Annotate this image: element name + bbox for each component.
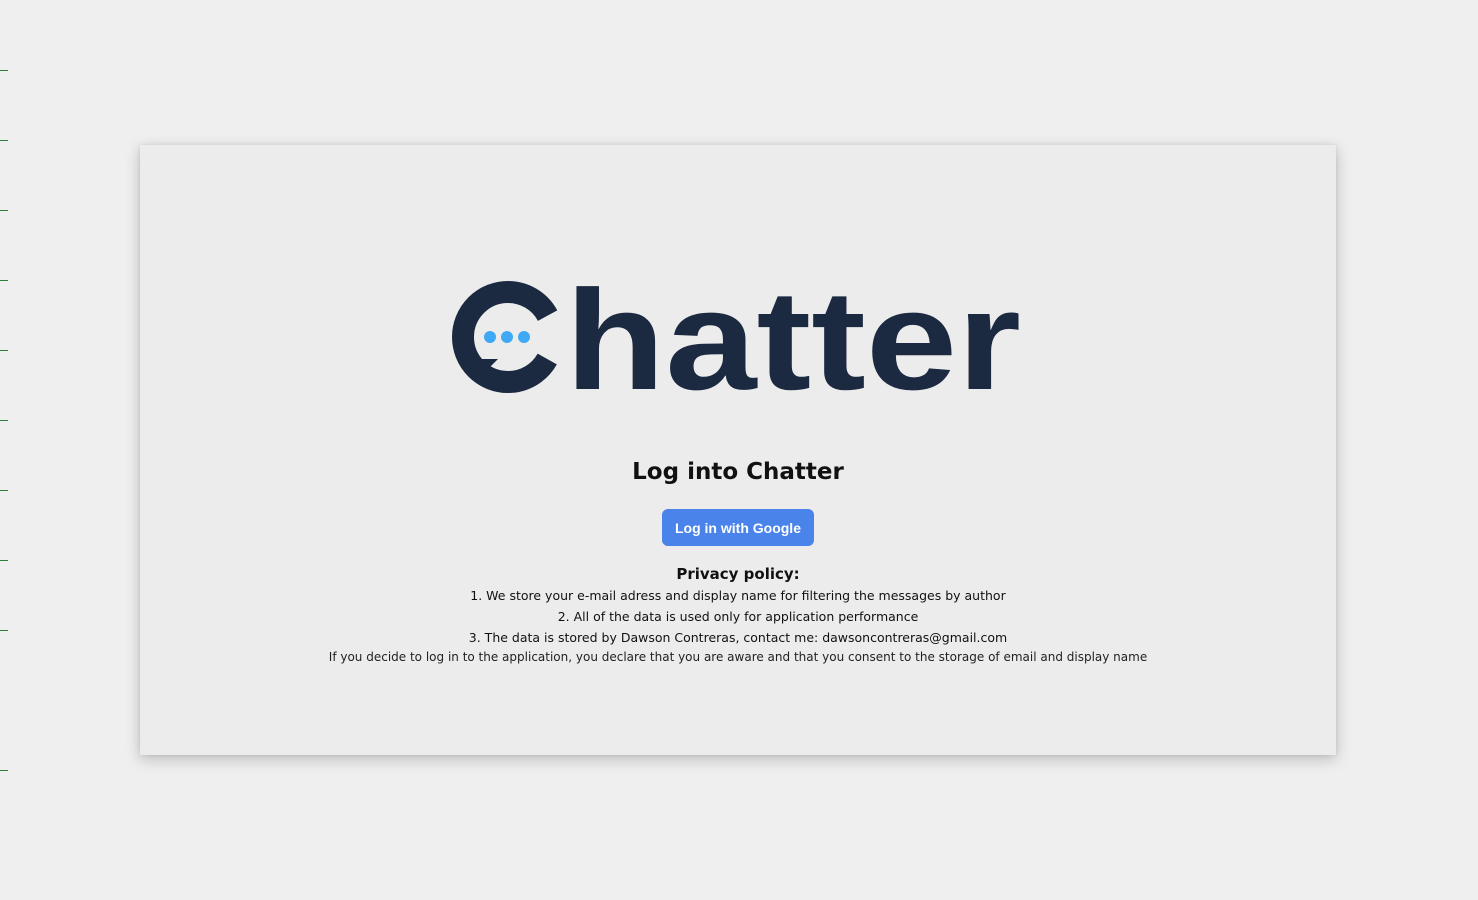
ruler-tick	[0, 70, 8, 71]
ruler-tick	[0, 630, 8, 631]
login-card: hatter Log into Chatter Log in with Goog…	[140, 145, 1336, 755]
speech-bubble-icon	[452, 281, 564, 393]
privacy-policy: Privacy policy: 1. We store your e-mail …	[140, 563, 1336, 666]
privacy-title: Privacy policy:	[676, 565, 800, 583]
logo-wordmark: hatter	[565, 279, 1021, 397]
ruler-tick	[0, 350, 8, 351]
ruler-tick	[0, 140, 8, 141]
ruler-tick	[0, 490, 8, 491]
ruler-tick	[0, 210, 8, 211]
privacy-item: 2. All of the data is used only for appl…	[557, 609, 919, 624]
consent-note: If you decide to log in to the applicati…	[328, 650, 1148, 664]
ruler-tick	[0, 770, 8, 771]
privacy-item: 1. We store your e-mail adress and displ…	[470, 588, 1006, 603]
google-login-button[interactable]: Log in with Google	[662, 509, 814, 546]
chatter-logo: hatter	[452, 279, 1024, 397]
ruler-tick	[0, 280, 8, 281]
privacy-item: 3. The data is stored by Dawson Contrera…	[468, 630, 1008, 645]
ruler-tick	[0, 420, 8, 421]
ruler-tick	[0, 560, 8, 561]
login-heading: Log into Chatter	[632, 459, 844, 485]
left-ruler-ticks	[0, 0, 10, 900]
